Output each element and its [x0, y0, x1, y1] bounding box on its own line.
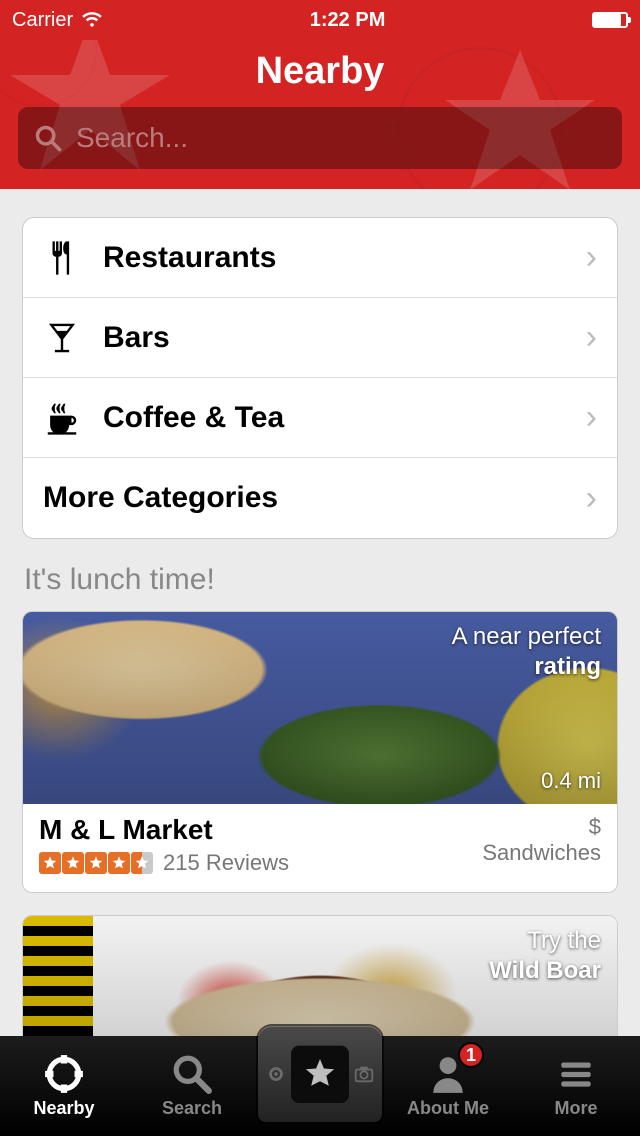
- chevron-right-icon: ›: [586, 238, 597, 277]
- more-categories-label: More Categories: [43, 481, 568, 515]
- business-card[interactable]: A near perfect rating 0.4 mi M & L Marke…: [22, 611, 618, 893]
- tab-about-me[interactable]: 1 About Me: [384, 1036, 512, 1136]
- notification-badge: 1: [458, 1042, 484, 1068]
- search-input[interactable]: [76, 122, 606, 154]
- search-icon: [34, 124, 62, 152]
- chevron-right-icon: ›: [586, 318, 597, 357]
- camera-icon: [353, 1063, 375, 1085]
- star-icon: [291, 1045, 349, 1103]
- overlay-text: A near perfect rating: [452, 622, 601, 682]
- gear-icon: [265, 1063, 287, 1085]
- page-title: Nearby: [0, 50, 640, 93]
- more-categories[interactable]: More Categories ›: [23, 458, 617, 538]
- clock: 1:22 PM: [310, 9, 386, 32]
- tab-bar: Nearby Search 1 About Me More: [0, 1036, 640, 1136]
- business-photo: Try the Wild Boar 0.2 mi: [23, 916, 617, 1036]
- tab-more[interactable]: More: [512, 1036, 640, 1136]
- coffee-icon: [39, 395, 85, 441]
- status-bar: Carrier 1:22 PM: [0, 0, 640, 40]
- section-heading: It's lunch time!: [24, 563, 616, 597]
- app-header: Nearby: [0, 40, 640, 189]
- tab-label: Search: [162, 1098, 222, 1119]
- search-icon: [171, 1053, 213, 1095]
- overlay-line: A near perfect: [452, 623, 601, 650]
- nearby-icon: [43, 1053, 85, 1095]
- battery-icon: [592, 12, 628, 28]
- category-label: Bars: [103, 321, 568, 355]
- tab-label: More: [554, 1098, 597, 1119]
- search-bar[interactable]: [18, 107, 622, 169]
- tab-search[interactable]: Search: [128, 1036, 256, 1136]
- rating-stars: [39, 852, 153, 874]
- category-label: Restaurants: [103, 241, 568, 275]
- overlay-text: Try the Wild Boar: [489, 926, 601, 986]
- category-list: Restaurants › Bars › Coffee & Tea ›: [22, 217, 618, 539]
- business-card[interactable]: Try the Wild Boar 0.2 mi: [22, 915, 618, 1036]
- review-count: 215 Reviews: [163, 850, 289, 876]
- category-restaurants[interactable]: Restaurants ›: [23, 218, 617, 298]
- overlay-line-bold: rating: [534, 653, 601, 680]
- menu-icon: [555, 1053, 597, 1095]
- restaurants-icon: [39, 235, 85, 281]
- carrier-label: Carrier: [12, 9, 73, 32]
- business-name: M & L Market: [39, 814, 289, 846]
- category-label: Sandwiches: [482, 840, 601, 866]
- chevron-right-icon: ›: [586, 398, 597, 437]
- distance-label: 0.4 mi: [541, 768, 601, 794]
- overlay-line: Try the: [527, 927, 601, 954]
- tab-nearby[interactable]: Nearby: [0, 1036, 128, 1136]
- category-bars[interactable]: Bars ›: [23, 298, 617, 378]
- tab-label: About Me: [407, 1098, 489, 1119]
- category-label: Coffee & Tea: [103, 401, 568, 435]
- price-label: $: [482, 814, 601, 840]
- tab-label: Nearby: [33, 1098, 94, 1119]
- business-photo: A near perfect rating 0.4 mi: [23, 612, 617, 804]
- chevron-right-icon: ›: [586, 479, 597, 518]
- main-content: Restaurants › Bars › Coffee & Tea ›: [0, 195, 640, 1036]
- category-coffee[interactable]: Coffee & Tea ›: [23, 378, 617, 458]
- bars-icon: [39, 315, 85, 361]
- tab-checkin[interactable]: [256, 1036, 384, 1136]
- overlay-line-bold: Wild Boar: [489, 957, 601, 984]
- wifi-icon: [81, 12, 103, 28]
